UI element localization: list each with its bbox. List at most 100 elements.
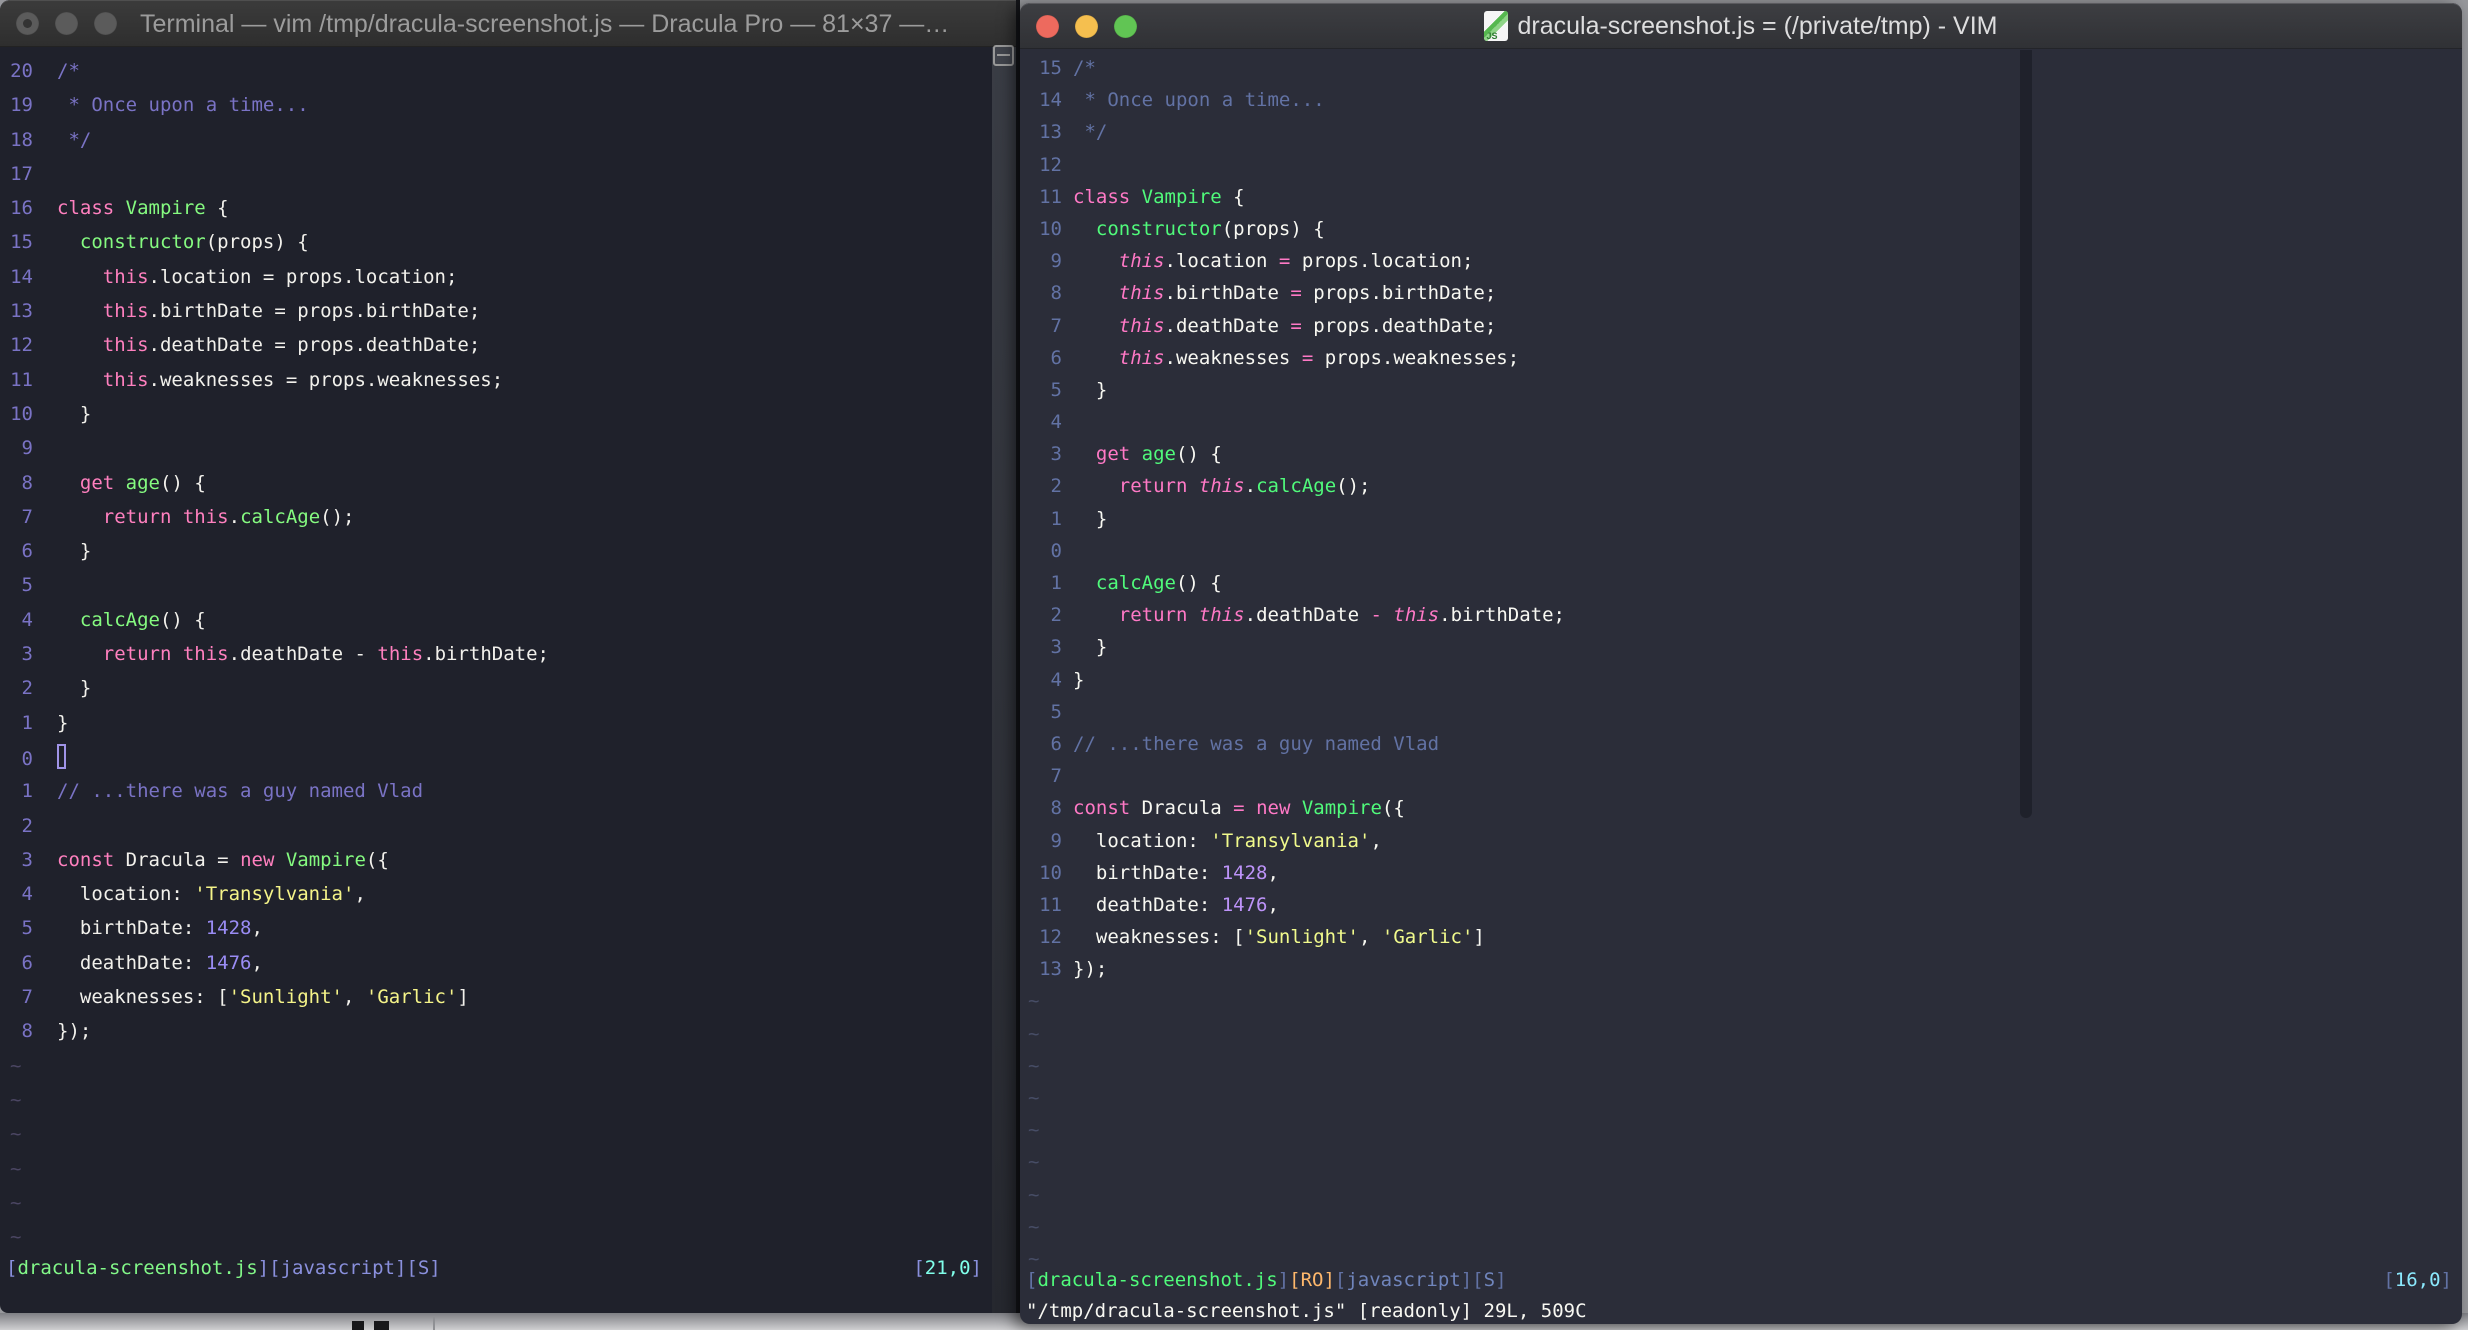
minimize-button[interactable] bbox=[1075, 14, 1098, 38]
line-number: 3 bbox=[1050, 443, 1062, 466]
terminal-titlebar[interactable]: Terminal — vim /tmp/dracula-screenshot.j… bbox=[0, 0, 1020, 47]
code-token: Dracula bbox=[114, 848, 218, 871]
code-token: /* bbox=[1073, 57, 1096, 79]
terminal-split-pane-button[interactable] bbox=[993, 45, 1014, 66]
line-number: 6 bbox=[1050, 732, 1062, 755]
code-line: 11 deathDate: 1476, bbox=[1020, 889, 2462, 921]
code-token: return bbox=[102, 505, 172, 528]
background-window-divider bbox=[433, 1316, 435, 1330]
code-token: .birthDate bbox=[1164, 282, 1291, 305]
tilde-marker: ~ bbox=[10, 1054, 22, 1077]
code-line: 16 class Vampire { bbox=[0, 191, 992, 225]
code-token: { bbox=[205, 197, 229, 220]
code-token: } bbox=[57, 402, 92, 425]
statusline-file-info: [dracula-screenshot.js][javascript][S] bbox=[6, 1251, 441, 1285]
macvim-titlebar[interactable]: JS dracula-screenshot.js = (/private/tmp… bbox=[1020, 3, 2462, 49]
tilde-marker: ~ bbox=[1028, 990, 1040, 1013]
tilde-marker: ~ bbox=[1028, 1119, 1040, 1142]
line-number: 9 bbox=[1050, 250, 1062, 273]
code-token: this bbox=[1118, 314, 1165, 337]
line-number: 2 bbox=[1050, 475, 1062, 498]
code-line: 11 this.weaknesses = props.weaknesses; bbox=[0, 363, 992, 397]
code-token: } bbox=[57, 540, 92, 563]
code-token: this bbox=[1198, 475, 1245, 498]
code-line: 7 return this.calcAge(); bbox=[0, 500, 992, 534]
line-number: 13 bbox=[10, 300, 33, 323]
status-segment: ][ bbox=[394, 1257, 418, 1279]
line-number: 3 bbox=[1050, 636, 1062, 659]
code-token: * Once upon a time... bbox=[57, 94, 309, 117]
code-token: .birthDate; bbox=[423, 643, 549, 666]
code-token: }); bbox=[1073, 958, 1108, 981]
code-token: this bbox=[102, 334, 149, 357]
line-number: 4 bbox=[1050, 668, 1062, 691]
line-number: 7 bbox=[21, 986, 33, 1009]
status-segment: [ bbox=[1026, 1269, 1038, 1291]
tilde-marker: ~ bbox=[1028, 1183, 1040, 1206]
code-line: 9 bbox=[0, 431, 992, 465]
line-number: 9 bbox=[21, 437, 33, 460]
code-token: weaknesses: [ bbox=[1073, 926, 1245, 949]
code-token: () { bbox=[160, 471, 206, 494]
minimize-button[interactable] bbox=[55, 12, 78, 35]
code-token: */ bbox=[1073, 121, 1108, 144]
code-token: /* bbox=[57, 60, 80, 82]
line-number: 18 bbox=[10, 128, 33, 151]
code-line: 13}); bbox=[1020, 953, 2462, 985]
statusline-cursor-position: [21,0] bbox=[913, 1251, 982, 1285]
line-number: 7 bbox=[21, 505, 33, 528]
vim-buffer[interactable]: 20/* 19 * Once upon a time... 18 */17 16 cla… bbox=[0, 54, 992, 1254]
code-token: return bbox=[1118, 475, 1188, 498]
code-token: .weaknesses bbox=[148, 368, 286, 391]
code-token: 'Transylvania' bbox=[1210, 829, 1371, 852]
code-line: 11 class Vampire { bbox=[1020, 181, 2462, 213]
code-token: props.location; bbox=[274, 265, 458, 288]
close-button[interactable] bbox=[1036, 14, 1059, 38]
code-line: 1 calcAge() { bbox=[1020, 567, 2462, 599]
code-token: (props) { bbox=[1221, 217, 1325, 240]
code-line: 1 // ...there was a guy named Vlad bbox=[0, 774, 992, 808]
status-segment: javascript bbox=[280, 1257, 395, 1279]
scrollbar-thumb[interactable] bbox=[2020, 50, 2032, 818]
code-token: birthDate: bbox=[57, 917, 206, 940]
code-token: = bbox=[1290, 314, 1302, 337]
code-line: 8 this.birthDate = props.birthDate; bbox=[1020, 277, 2462, 309]
empty-buffer-line: ~ bbox=[1020, 1018, 2462, 1050]
code-line: 13 */ bbox=[1020, 116, 2462, 148]
zoom-button[interactable] bbox=[94, 12, 117, 35]
zoom-button[interactable] bbox=[1114, 14, 1137, 38]
line-number: 5 bbox=[21, 917, 33, 940]
empty-buffer-line: ~ bbox=[1020, 1146, 2462, 1178]
tilde-marker: ~ bbox=[10, 1123, 22, 1146]
code-token: class bbox=[1073, 185, 1131, 208]
status-segment: [ bbox=[2383, 1269, 2395, 1291]
line-number: 6 bbox=[1050, 346, 1062, 369]
code-token: { bbox=[1221, 185, 1245, 208]
code-token: = bbox=[262, 265, 275, 288]
code-token: () { bbox=[1176, 443, 1222, 466]
code-token: this bbox=[1118, 282, 1165, 305]
line-number: 14 bbox=[10, 265, 33, 288]
code-line: 2 bbox=[0, 809, 992, 843]
line-number: 1 bbox=[1050, 507, 1062, 530]
code-line: 6 deathDate: 1476, bbox=[0, 946, 992, 980]
code-token: 'Sunlight' bbox=[1244, 926, 1359, 949]
code-token: this bbox=[1393, 604, 1440, 627]
close-button[interactable] bbox=[16, 12, 39, 35]
code-token: calcAge bbox=[1095, 572, 1176, 594]
vim-buffer[interactable]: 15/* 14 * Once upon a time... 13 */12 11 cla… bbox=[1020, 52, 2462, 1275]
tilde-marker: ~ bbox=[10, 1191, 22, 1214]
line-number: 1 bbox=[21, 711, 33, 734]
code-line: 14 this.location = props.location; bbox=[0, 260, 992, 294]
code-token: age bbox=[1141, 443, 1176, 466]
window-title: dracula-screenshot.js = (/private/tmp) -… bbox=[1517, 11, 1998, 40]
terminal-scrollbar-track[interactable] bbox=[992, 47, 1016, 1313]
window-title: Terminal — vim /tmp/dracula-screenshot.j… bbox=[140, 9, 950, 38]
code-token: } bbox=[57, 677, 92, 700]
